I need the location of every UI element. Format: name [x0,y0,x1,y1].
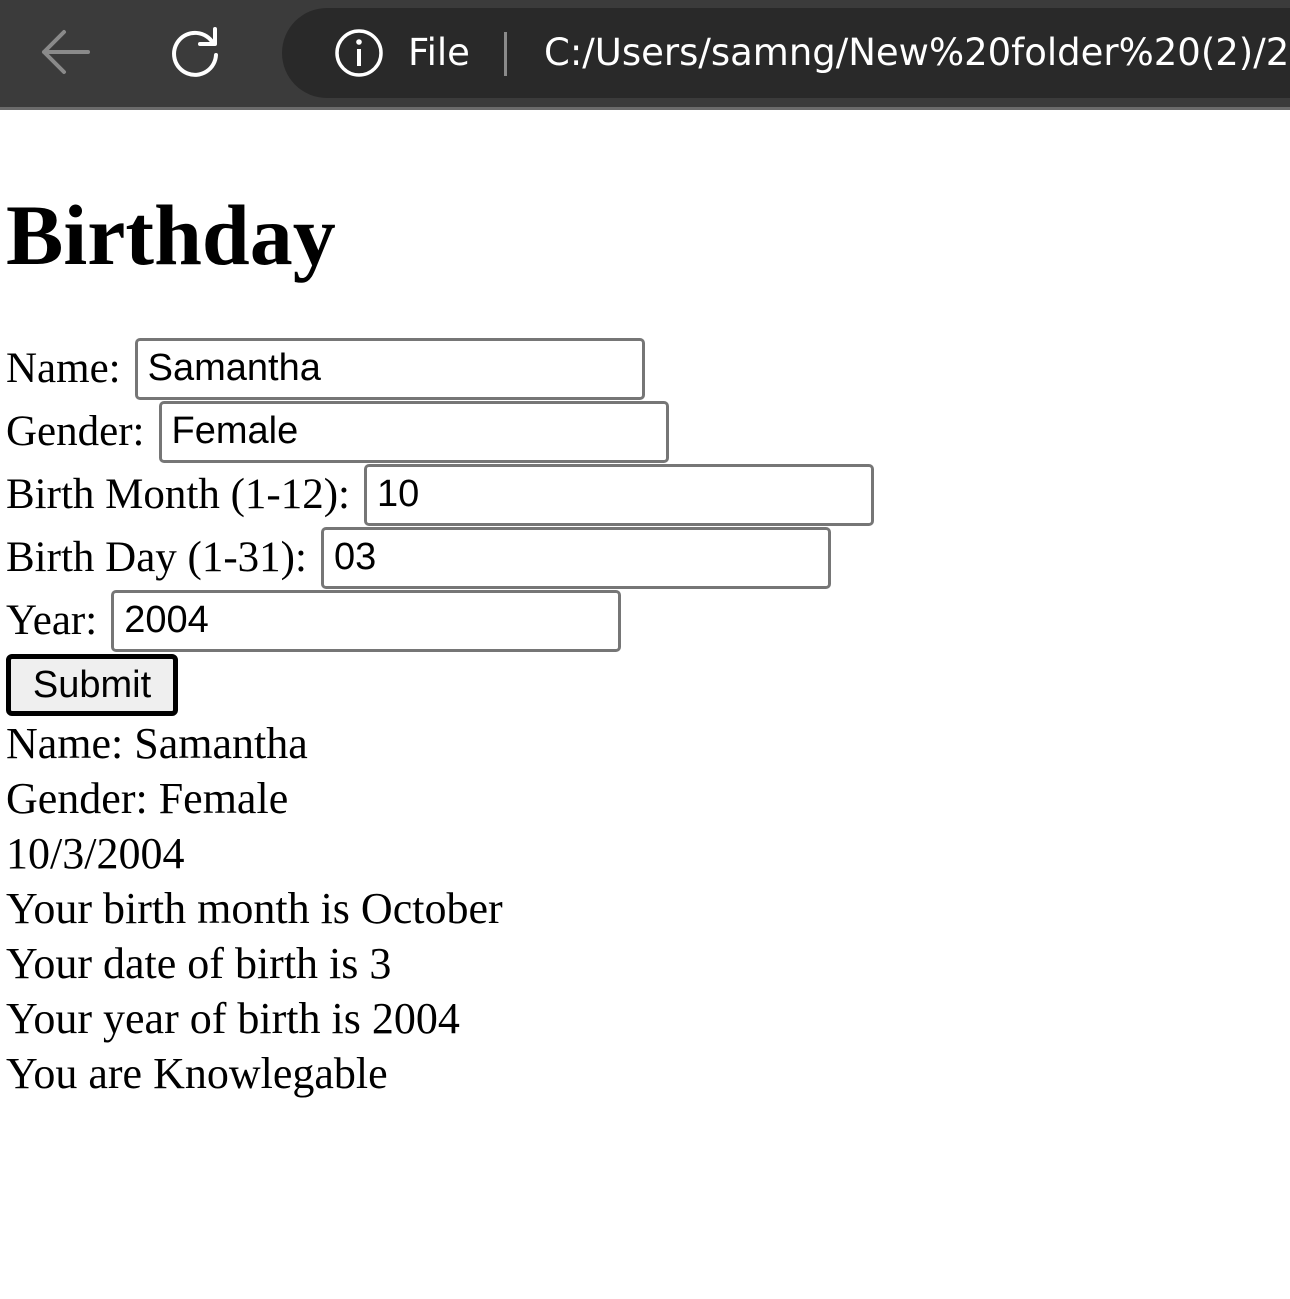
address-divider [504,32,507,76]
birthday-form: Name: Gender: Birth Month (1-12): Birth … [6,337,874,716]
page-content: Birthday Name: Gender: Birth Month (1-12… [6,113,874,1101]
result-trait: You are Knowlegable [6,1049,388,1098]
name-label: Name: [6,345,121,392]
birth-day-input[interactable] [320,526,831,589]
page-title: Birthday [6,187,336,283]
result-year: Your year of birth is 2004 [6,994,460,1043]
birth-day-row: Birth Day (1-31): [6,526,874,589]
year-input[interactable] [111,589,622,652]
result-date: 10/3/2004 [6,829,185,878]
submit-button[interactable]: Submit [6,654,178,716]
gender-row: Gender: [6,400,874,463]
reload-button[interactable] [166,22,226,82]
result-gender: Gender: Female [6,774,289,823]
year-row: Year: [6,589,874,652]
back-button[interactable] [34,22,94,82]
url-text[interactable]: C:/Users/samng/New%20folder%20(2)/2 [544,28,1289,78]
browser-toolbar: File C:/Users/samng/New%20folder%20(2)/2 [0,0,1290,110]
address-bar[interactable]: File C:/Users/samng/New%20folder%20(2)/2 [282,8,1290,98]
info-icon[interactable] [334,28,384,78]
birth-month-input[interactable] [363,463,874,526]
name-row: Name: [6,337,874,400]
gender-label: Gender: [6,408,145,455]
result-month: Your birth month is October [6,884,503,933]
year-label: Year: [6,597,98,644]
reload-icon [172,27,218,77]
gender-input[interactable] [158,400,669,463]
result-name: Name: Samantha [6,719,308,768]
site-info-label: File [408,31,470,74]
back-arrow-icon [42,30,90,74]
result-day: Your date of birth is 3 [6,939,392,988]
results-output: Name: Samantha Gender: Female 10/3/2004 … [6,716,874,1101]
birth-month-row: Birth Month (1-12): [6,463,874,526]
birth-month-label: Birth Month (1-12): [6,471,350,518]
name-input[interactable] [134,337,645,400]
birth-day-label: Birth Day (1-31): [6,534,307,581]
